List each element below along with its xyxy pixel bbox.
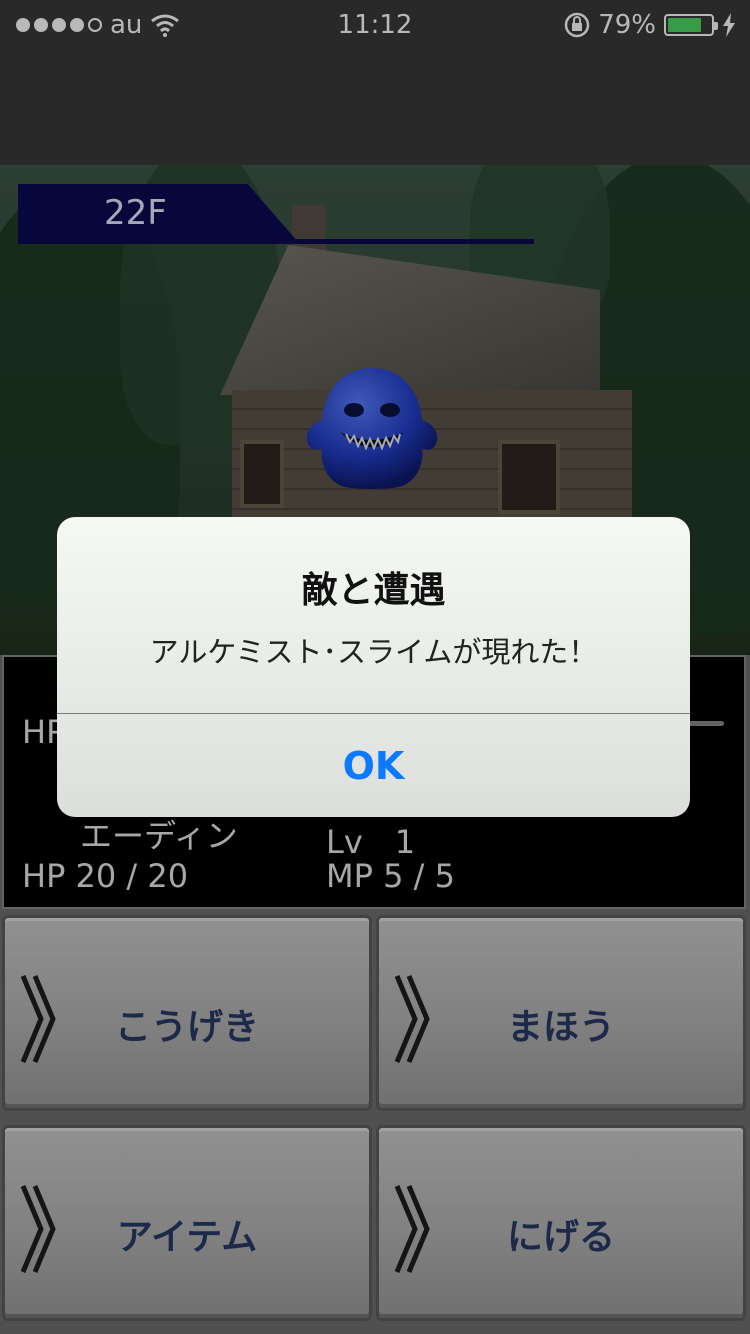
encounter-alert-dialog: 敵と遭遇 アルケミスト･スライムが現れた！ OK [57, 517, 690, 817]
ok-button[interactable]: OK [57, 714, 690, 817]
alert-title: 敵と遭遇 [301, 570, 446, 611]
alert-message: アルケミスト･スライムが現れた！ [149, 635, 598, 669]
